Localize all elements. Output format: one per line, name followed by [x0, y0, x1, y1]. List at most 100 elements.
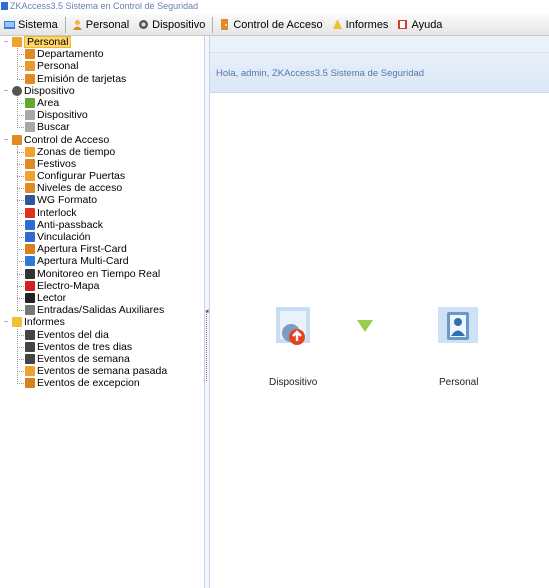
tree-item[interactable]: Interlock — [0, 207, 204, 219]
tree-item-label: Interlock — [37, 206, 77, 219]
tree-connector — [17, 212, 24, 214]
menu-control-acceso[interactable]: Control de Acceso — [215, 14, 327, 36]
navigation-tree: − Personal Departamento Personal Emisión de … — [0, 36, 205, 588]
tree-group-control[interactable]: − Control de Acceso — [0, 134, 204, 146]
tree-item-icon — [25, 219, 35, 230]
tree-item-label: Lector — [37, 291, 67, 304]
tree-item-label: Apertura First-Card — [37, 243, 127, 256]
dispositivo-group-icon — [12, 85, 22, 96]
flow-arrow-icon — [357, 319, 373, 336]
tree-item-icon — [25, 73, 35, 84]
tree-item[interactable]: Emisión de tarjetas — [0, 73, 204, 85]
device-icon[interactable] — [270, 303, 318, 351]
tree-connector — [17, 285, 24, 287]
tree-item-icon — [25, 378, 35, 389]
tree-item-label: Buscar — [37, 121, 70, 134]
tree-item[interactable]: Eventos de semana pasada — [0, 365, 204, 377]
tree-item[interactable]: Eventos de semana — [0, 353, 204, 365]
tree-item[interactable]: Dispositivo — [0, 109, 204, 121]
menu-separator — [64, 16, 66, 33]
collapse-toggle-icon[interactable]: − — [2, 318, 10, 326]
tree-item[interactable]: Festivos — [0, 158, 204, 170]
window-title: ZKAccess3.5 Sistema en Control de Seguri… — [10, 1, 199, 11]
tree-connector — [17, 163, 24, 165]
tree-item[interactable]: Zonas de tiempo — [0, 146, 204, 158]
tree-item[interactable]: Electro-Mapa — [0, 280, 204, 292]
tree-item-label: WG Formato — [37, 194, 98, 207]
tree-item-label: Eventos de semana — [37, 352, 130, 365]
menu-ayuda[interactable]: Ayuda — [393, 14, 447, 36]
tree-item-icon — [25, 244, 35, 255]
tree-item-label: Dispositivo — [37, 109, 88, 122]
tree-item[interactable]: Eventos del dia — [0, 329, 204, 341]
tree-connector — [17, 54, 24, 56]
menu-dispositivo[interactable]: Dispositivo — [134, 14, 210, 36]
tree-item-icon — [25, 110, 35, 121]
collapse-toggle-icon[interactable]: − — [2, 135, 10, 144]
welcome-text: Hola, admin, ZKAccess3.5 Sistema de Segu… — [216, 68, 425, 79]
tree-item-icon — [25, 183, 35, 194]
tree-item[interactable]: WG Formato — [0, 194, 204, 206]
menu-personal[interactable]: Personal — [68, 14, 134, 36]
tree-item[interactable]: Apertura Multi-Card — [0, 255, 204, 267]
tree-item-icon — [25, 366, 35, 377]
report-icon — [332, 20, 342, 29]
menu-informes-label: Informes — [345, 18, 389, 31]
tree-item-label: Zonas de tiempo — [37, 145, 116, 158]
menu-dispositivo-label: Dispositivo — [152, 18, 206, 31]
tree-item[interactable]: Personal — [0, 60, 204, 72]
tree-item[interactable]: Monitoreo en Tiempo Real — [0, 268, 204, 280]
tree-item[interactable]: Niveles de acceso — [0, 182, 204, 194]
tree-item[interactable]: Anti-passback — [0, 219, 204, 231]
tree-item[interactable]: Area — [0, 97, 204, 109]
tree-item[interactable]: Vinculación — [0, 231, 204, 243]
tree-item-label: Area — [37, 96, 60, 109]
tree-connector — [17, 66, 24, 68]
tree-item-icon — [25, 232, 35, 242]
collapse-toggle-icon[interactable]: − — [2, 86, 10, 95]
tree-group-label: Informes — [24, 316, 65, 329]
tree-item-label: Personal — [37, 60, 79, 73]
tree-item-icon — [25, 171, 35, 182]
control-group-icon — [12, 134, 22, 145]
personal-card-icon[interactable] — [434, 301, 482, 349]
tree-item-icon — [25, 158, 35, 169]
menu-ayuda-label: Ayuda — [411, 18, 443, 31]
tree-item-label: Festivos — [37, 157, 77, 170]
welcome-bar: Hola, admin, ZKAccess3.5 Sistema de Segu… — [210, 53, 549, 93]
tree-group-informes[interactable]: − Informes — [0, 316, 204, 328]
main-header-band — [210, 36, 549, 53]
system-icon — [4, 21, 15, 29]
tree-item-label: Anti-passback — [37, 218, 103, 231]
tree-item-icon — [25, 341, 35, 352]
tree-group-personal[interactable]: − Personal — [0, 36, 204, 48]
tree-item[interactable]: Eventos de tres dias — [0, 341, 204, 353]
tree-item-label: Niveles de acceso — [37, 182, 123, 195]
tree-connector — [17, 346, 24, 348]
menu-informes[interactable]: Informes — [328, 14, 394, 36]
tree-item-icon — [25, 49, 35, 60]
tree-group-dispositivo[interactable]: − Dispositivo — [0, 85, 204, 97]
tree-item-icon — [25, 329, 35, 340]
tree-item-label: Eventos de excepcion — [37, 377, 140, 390]
tree-item-icon — [25, 305, 35, 316]
splitter-grip[interactable] — [206, 311, 208, 381]
tree-connector — [17, 297, 24, 299]
tree-item[interactable]: Configurar Puertas — [0, 170, 204, 182]
tree-connector — [17, 383, 24, 385]
tree-item[interactable]: Entradas/Salidas Auxiliares — [0, 304, 204, 316]
tree-item[interactable]: Lector — [0, 292, 204, 304]
tree-item[interactable]: Apertura First-Card — [0, 243, 204, 255]
collapse-toggle-icon[interactable]: − — [2, 38, 10, 46]
tree-item-icon — [25, 268, 35, 279]
tree-item-icon — [25, 207, 35, 218]
tree-connector — [17, 115, 24, 117]
tree-item[interactable]: Eventos de excepcion — [0, 377, 204, 389]
informes-group-icon — [12, 317, 22, 328]
tree-item[interactable]: Departamento — [0, 48, 204, 60]
gear-icon — [139, 20, 149, 29]
tree-item[interactable]: Buscar — [0, 121, 204, 133]
menu-sistema[interactable]: Sistema — [0, 14, 63, 36]
flow-label-personal: Personal — [439, 377, 479, 388]
tree-item-label: Electro-Mapa — [37, 279, 100, 292]
